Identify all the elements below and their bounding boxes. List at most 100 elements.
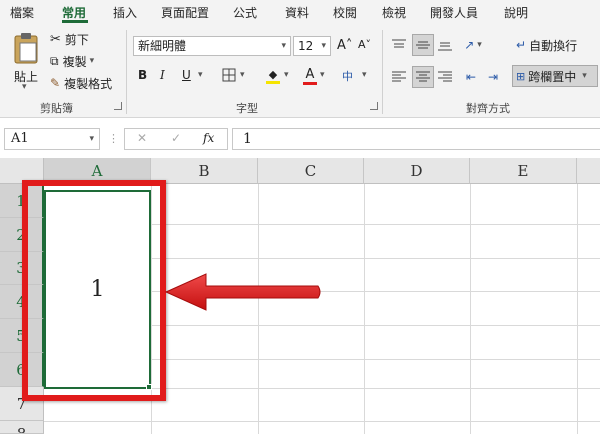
tab-home[interactable]: 常用 <box>62 4 86 21</box>
grid-line <box>364 184 365 434</box>
increase-indent-button[interactable]: ⇥ <box>484 68 502 86</box>
formula-buttons: ✕ ✓ fx <box>124 128 228 150</box>
underline-button[interactable]: U <box>182 68 191 82</box>
wrap-text-button[interactable]: ↵ 自動換行 <box>516 36 577 54</box>
fill-color-button[interactable]: ◆ <box>264 66 282 86</box>
font-color-button[interactable]: A <box>302 66 318 86</box>
format-painter-button[interactable]: ✎ 複製格式 <box>50 74 112 92</box>
copy-icon: ⧉ <box>50 53 59 68</box>
font-size-value: 12 <box>298 39 314 53</box>
bold-button[interactable]: B <box>138 68 147 82</box>
align-bottom-button[interactable] <box>436 36 454 54</box>
format-painter-label: 複製格式 <box>64 76 113 91</box>
tab-data[interactable]: 資料 <box>285 4 309 21</box>
font-color-swatch <box>303 81 317 85</box>
align-left-button[interactable] <box>390 68 408 86</box>
tab-help[interactable]: 說明 <box>504 4 528 21</box>
column-header-f[interactable] <box>577 158 600 184</box>
merge-center-icon: ⊞ <box>516 69 526 83</box>
formula-bar: A1 ▾ ⋮ ✕ ✓ fx 1 <box>0 118 600 158</box>
borders-icon <box>222 68 236 82</box>
tab-insert[interactable]: 插入 <box>113 4 137 21</box>
column-header-e[interactable]: E <box>470 158 577 184</box>
ribbon: 貼上 ▾ ✂ 剪下 ⧉ 複製 ▾ ✎ 複製格式 剪貼簿 新細明體 ▾ 12 ▾ … <box>0 24 600 118</box>
chevron-down-icon: ▾ <box>89 134 94 144</box>
chevron-down-icon[interactable]: ▾ <box>22 82 27 92</box>
arrow-icon <box>164 273 321 311</box>
font-launcher-icon[interactable] <box>370 102 378 110</box>
menu-bar: 檔案 常用 插入 頁面配置 公式 資料 校閱 檢視 開發人員 說明 <box>0 0 600 24</box>
cut-label: 剪下 <box>64 32 89 47</box>
tab-developer[interactable]: 開發人員 <box>430 4 478 21</box>
alignment-group-label: 對齊方式 <box>466 102 510 115</box>
active-tab-indicator <box>62 20 88 23</box>
align-middle-button[interactable] <box>412 34 434 56</box>
chevron-down-icon: ▾ <box>582 71 587 81</box>
cancel-icon[interactable]: ✕ <box>137 131 147 145</box>
cut-button[interactable]: ✂ 剪下 <box>50 30 89 48</box>
phonetic-button[interactable]: 中 <box>342 68 353 84</box>
orientation-icon: ↗ <box>464 38 475 52</box>
row-header-8[interactable]: 8 <box>0 421 44 434</box>
align-middle-icon <box>416 41 430 49</box>
insert-function-button[interactable]: fx <box>203 131 214 145</box>
tab-page-layout[interactable]: 頁面配置 <box>161 4 209 21</box>
grid-line <box>577 184 578 434</box>
wrap-text-icon: ↵ <box>516 38 527 52</box>
align-center-button[interactable] <box>412 66 434 88</box>
shrink-font-button[interactable]: A˅ <box>358 38 371 51</box>
orientation-button[interactable]: ↗ ▾ <box>462 36 484 54</box>
name-box[interactable]: A1 ▾ <box>4 128 100 150</box>
tab-review[interactable]: 校閱 <box>333 4 357 21</box>
borders-button[interactable] <box>220 66 238 84</box>
merge-center-button[interactable]: ⊞ 跨欄置中 ▾ <box>512 65 598 87</box>
copy-button[interactable]: ⧉ 複製 ▾ <box>50 52 94 70</box>
tab-formulas[interactable]: 公式 <box>233 4 257 21</box>
clipboard-icon <box>14 33 38 64</box>
chevron-down-icon[interactable]: ▾ <box>90 56 95 66</box>
column-header-c[interactable]: C <box>258 158 364 184</box>
chevron-down-icon[interactable]: ▾ <box>198 70 203 80</box>
chevron-down-icon: ▾ <box>281 41 286 51</box>
paint-bucket-icon: ◆ <box>268 68 278 81</box>
align-top-icon <box>392 39 406 48</box>
group-divider <box>126 30 127 114</box>
copy-label: 複製 <box>62 54 87 69</box>
chevron-down-icon[interactable]: ▾ <box>240 70 245 80</box>
name-box-value: A1 <box>11 131 29 146</box>
chevron-down-icon[interactable]: ▾ <box>362 70 367 80</box>
increase-indent-icon: ⇥ <box>487 70 499 84</box>
italic-button[interactable]: I <box>160 68 165 82</box>
clipboard-launcher-icon[interactable] <box>114 102 122 110</box>
paste-button[interactable] <box>8 30 44 66</box>
font-group-label: 字型 <box>236 102 258 115</box>
formula-input[interactable]: 1 <box>232 128 600 150</box>
font-name-value: 新細明體 <box>138 39 187 53</box>
font-color-label: A <box>305 66 315 82</box>
chevron-down-icon: ▾ <box>477 40 482 50</box>
font-name-select[interactable]: 新細明體 ▾ <box>133 36 291 56</box>
tab-view[interactable]: 檢視 <box>382 4 406 21</box>
paintbrush-icon: ✎ <box>50 76 61 90</box>
align-right-button[interactable] <box>436 68 454 86</box>
tab-file[interactable]: 檔案 <box>10 4 34 21</box>
chevron-down-icon[interactable]: ▾ <box>284 70 289 80</box>
more-options-icon: ⋮ <box>108 132 119 145</box>
font-size-select[interactable]: 12 ▾ <box>293 36 331 56</box>
grow-font-button[interactable]: A˄ <box>337 38 352 53</box>
align-bottom-icon <box>438 42 452 51</box>
column-header-b[interactable]: B <box>151 158 258 184</box>
enter-icon[interactable]: ✓ <box>171 131 181 145</box>
worksheet-grid: A B C D E 1 2 3 4 5 6 7 8 1 <box>0 158 600 434</box>
align-top-button[interactable] <box>390 36 408 54</box>
clipboard-group-label: 剪貼簿 <box>40 102 73 115</box>
grid-line <box>44 421 600 422</box>
group-divider <box>382 30 383 114</box>
grid-line <box>470 184 471 434</box>
column-header-d[interactable]: D <box>364 158 470 184</box>
chevron-down-icon[interactable]: ▾ <box>320 70 325 80</box>
decrease-indent-icon: ⇤ <box>465 70 477 84</box>
chevron-down-icon: ▾ <box>321 41 326 51</box>
merge-center-label: 跨欄置中 <box>528 69 577 84</box>
decrease-indent-button[interactable]: ⇤ <box>462 68 480 86</box>
